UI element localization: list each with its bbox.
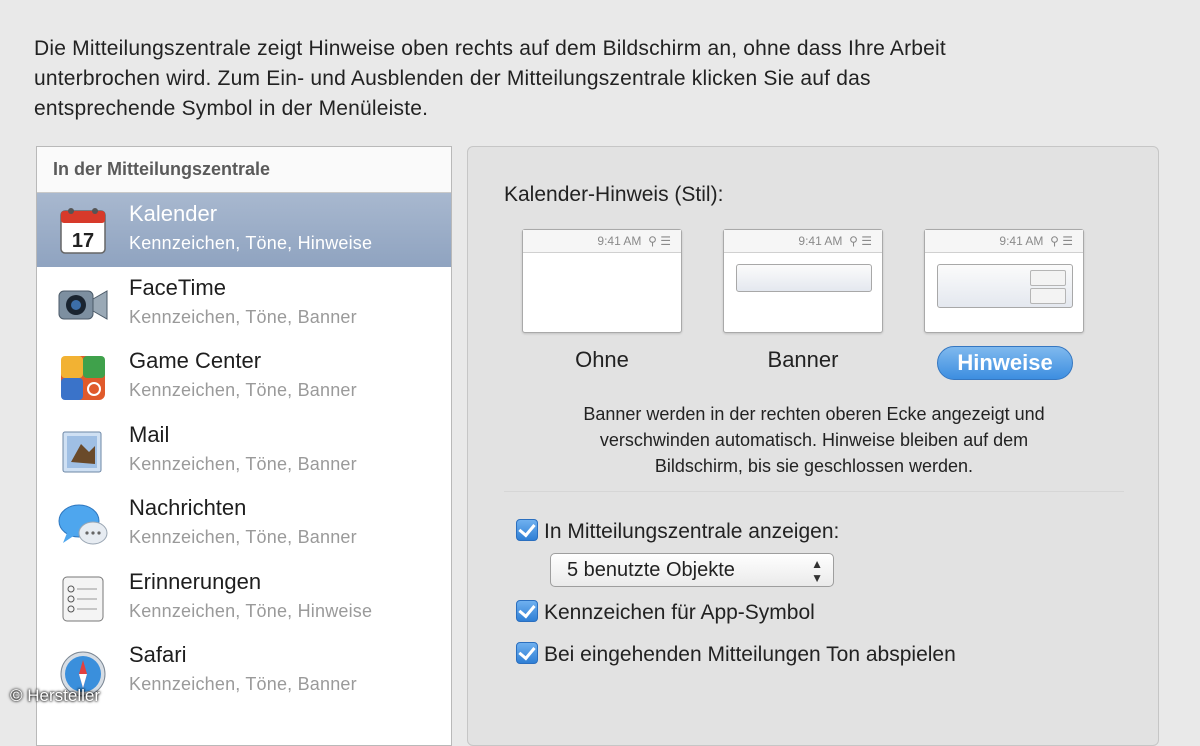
intro-line-2: unterbrochen wird. Zum Ein- und Ausblend… bbox=[34, 67, 871, 90]
preview-menubar: 9:41 AM ⚲ ☰ bbox=[925, 230, 1083, 253]
sound-label: Bei eingehenden Mitteilungen Ton abspiel… bbox=[544, 643, 956, 666]
list-header: In der Mitteilungszentrale bbox=[37, 147, 451, 193]
list-item-name: FaceTime bbox=[129, 274, 226, 300]
intro-line-1: Die Mitteilungszentrale zeigt Hinweise o… bbox=[34, 37, 946, 60]
search-icon: ⚲ bbox=[648, 234, 657, 248]
banner-preview-box bbox=[736, 264, 872, 292]
messages-icon bbox=[58, 504, 108, 545]
badge-checkbox-row[interactable]: Kennzeichen für App-Symbol bbox=[516, 600, 815, 625]
list-item-sub: Kennzeichen, Töne, Banner bbox=[129, 380, 357, 400]
style-option-banner[interactable]: Banner bbox=[723, 347, 883, 373]
list-item-erinnerungen[interactable]: Erinnerungen Kennzeichen, Töne, Hinweise bbox=[37, 561, 451, 635]
alert-preview-box bbox=[937, 264, 1073, 308]
badge-label: Kennzeichen für App-Symbol bbox=[544, 601, 815, 624]
list-item-sub: Kennzeichen, Töne, Banner bbox=[129, 674, 357, 694]
intro-text: Die Mitteilungszentrale zeigt Hinweise o… bbox=[34, 34, 1154, 124]
list-item-sub: Kennzeichen, Töne, Banner bbox=[129, 453, 357, 474]
search-icon: ⚲ bbox=[1050, 234, 1059, 248]
stepper-arrows-icon: ▲ ▼ bbox=[811, 557, 823, 585]
preview-banner[interactable]: 9:41 AM ⚲ ☰ bbox=[723, 229, 883, 333]
list-item-name: Kalender bbox=[129, 201, 218, 226]
intro-line-3: entsprechende Symbol in der Menüleiste. bbox=[34, 97, 429, 120]
list-item-nachrichten[interactable]: Nachrichten Kennzeichen, Töne, Banner bbox=[37, 487, 451, 561]
calendar-icon: 17 bbox=[60, 208, 106, 254]
preview-none[interactable]: 9:41 AM ⚲ ☰ bbox=[522, 229, 682, 333]
items-count-select[interactable]: 5 benutzte Objekte ▲ ▼ bbox=[550, 553, 834, 587]
show-in-center-checkbox-row[interactable]: In Mitteilungszentrale anzeigen: bbox=[516, 519, 839, 544]
list-item-name: Safari bbox=[129, 642, 187, 667]
list-item-game-center[interactable]: Game Center Kennzeichen, Töne, Banner bbox=[37, 340, 451, 414]
calendar-day: 17 bbox=[72, 230, 94, 252]
preview-alerts[interactable]: 9:41 AM ⚲ ☰ bbox=[924, 229, 1084, 333]
list-item-kalender[interactable]: 17 Kalender Kennzeichen, Töne, Hinweise bbox=[37, 193, 451, 267]
list-item-name: Game Center bbox=[129, 348, 262, 373]
list-icon: ☰ bbox=[660, 234, 671, 248]
alert-style-title: Kalender-Hinweis (Stil): bbox=[504, 183, 724, 206]
app-list: In der Mitteilungszentrale 17 Kalender K… bbox=[36, 146, 452, 746]
game-center-icon bbox=[61, 356, 105, 400]
show-in-center-checkbox[interactable] bbox=[516, 519, 538, 541]
list-item-name: Mail bbox=[129, 421, 170, 447]
list-item-sub: Kennzeichen, Töne, Banner bbox=[129, 306, 357, 327]
sound-checkbox[interactable] bbox=[516, 642, 538, 664]
list-icon: ☰ bbox=[861, 234, 872, 248]
alert-preview-button bbox=[1030, 288, 1066, 304]
list-item-name: Erinnerungen bbox=[129, 568, 262, 594]
style-option-none[interactable]: Ohne bbox=[522, 347, 682, 373]
list-item-sub: Kennzeichen, Töne, Hinweise bbox=[129, 233, 373, 253]
badge-checkbox[interactable] bbox=[516, 600, 538, 622]
list-icon: ☰ bbox=[1062, 234, 1073, 248]
list-item-mail[interactable]: Mail Kennzeichen, Töne, Banner bbox=[37, 414, 451, 488]
sound-checkbox-row[interactable]: Bei eingehenden Mitteilungen Ton abspiel… bbox=[516, 642, 956, 667]
items-count-value: 5 benutzte Objekte bbox=[567, 559, 735, 581]
facetime-icon bbox=[58, 289, 108, 320]
list-item-sub: Kennzeichen, Töne, Banner bbox=[129, 527, 357, 547]
style-description: Banner werden in der rechten oberen Ecke… bbox=[583, 404, 1045, 476]
preview-menubar: 9:41 AM ⚲ ☰ bbox=[724, 230, 882, 253]
divider bbox=[504, 491, 1124, 492]
search-icon: ⚲ bbox=[849, 234, 858, 248]
settings-panel: Kalender-Hinweis (Stil): 9:41 AM ⚲ ☰ 9:4… bbox=[467, 146, 1159, 746]
list-item-facetime[interactable]: FaceTime Kennzeichen, Töne, Banner bbox=[37, 267, 451, 341]
list-item-sub: Kennzeichen, Töne, Hinweise bbox=[129, 600, 373, 621]
show-in-center-label: In Mitteilungszentrale anzeigen: bbox=[544, 520, 840, 543]
list-item-name: Nachrichten bbox=[129, 495, 247, 520]
reminders-icon bbox=[62, 576, 104, 621]
image-credit: © Hersteller bbox=[10, 686, 100, 705]
alert-preview-button bbox=[1030, 270, 1066, 286]
mail-icon bbox=[62, 431, 102, 472]
preview-menubar: 9:41 AM ⚲ ☰ bbox=[523, 230, 681, 253]
style-option-alerts[interactable]: Hinweise bbox=[937, 346, 1073, 380]
